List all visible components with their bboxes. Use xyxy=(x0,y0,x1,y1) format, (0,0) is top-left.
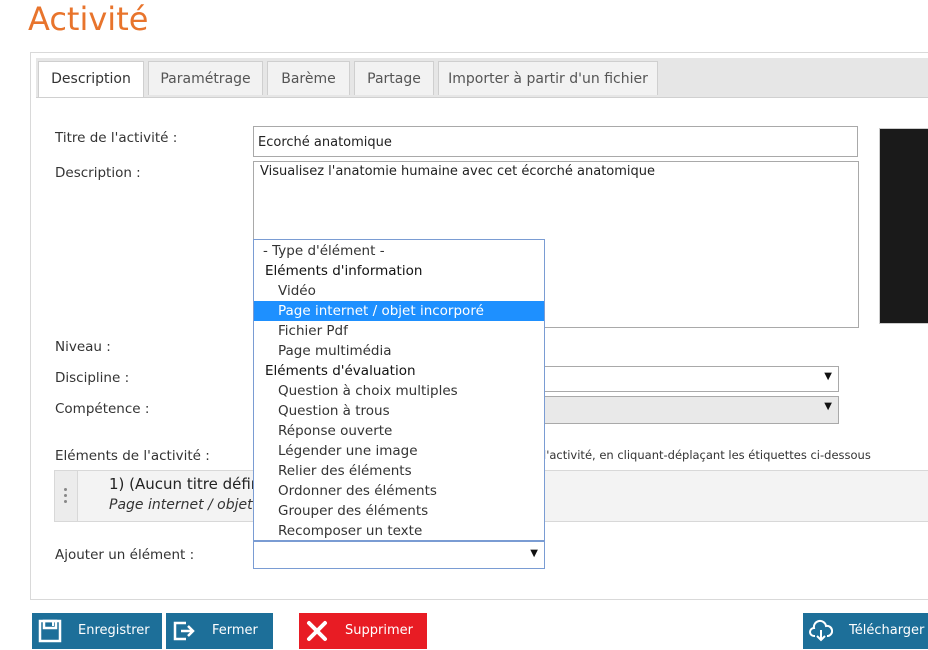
option-video[interactable]: Vidéo xyxy=(254,281,568,301)
description-value: Visualisez l'anatomie humaine avec cet é… xyxy=(260,164,656,179)
close-icon xyxy=(307,621,327,641)
competence-label: Compétence : xyxy=(55,401,150,417)
option-grouper-elements[interactable]: Grouper des éléments xyxy=(254,501,568,521)
tab-importer[interactable]: Importer à partir d'un fichier xyxy=(438,61,658,95)
download-button[interactable]: Télécharger l xyxy=(803,613,928,649)
close-button-label: Fermer xyxy=(212,623,258,638)
add-element-label: Ajouter un élément : xyxy=(55,547,195,563)
chevron-down-icon: ▼ xyxy=(530,548,538,559)
tab-partage[interactable]: Partage xyxy=(354,61,434,95)
title-input-value: Ecorché anatomique xyxy=(258,135,392,150)
option-ordonner-elements[interactable]: Ordonner des éléments xyxy=(254,481,568,501)
option-legender-image[interactable]: Légender une image xyxy=(254,441,568,461)
elements-label: Eléments de l'activité : xyxy=(55,448,210,464)
delete-button[interactable]: Supprimer xyxy=(299,613,427,649)
chevron-down-icon: ▼ xyxy=(824,371,832,382)
tab-description[interactable]: Description xyxy=(38,61,144,97)
delete-button-label: Supprimer xyxy=(345,623,413,638)
exit-icon xyxy=(173,621,195,641)
element-item-title: 1) (Aucun titre défin xyxy=(109,475,261,493)
option-recomposer-texte[interactable]: Recomposer un texte xyxy=(254,521,568,541)
dropdown-placeholder[interactable]: - Type d'élément - xyxy=(254,241,553,261)
option-page-internet[interactable]: Page internet / objet incorporé xyxy=(254,301,544,321)
option-reponse-ouverte[interactable]: Réponse ouverte xyxy=(254,421,568,441)
close-button[interactable]: Fermer xyxy=(166,613,273,649)
tab-bareme[interactable]: Barème xyxy=(267,61,350,95)
save-icon xyxy=(38,619,62,643)
title-input[interactable]: Ecorché anatomique xyxy=(253,126,858,157)
optgroup-information: Eléments d'information xyxy=(265,263,423,279)
save-button[interactable]: Enregistrer xyxy=(32,613,162,649)
option-qcm[interactable]: Question à choix multiples xyxy=(254,381,568,401)
element-type-dropdown[interactable]: - Type d'élément - Eléments d'informatio… xyxy=(253,239,545,541)
option-relier-elements[interactable]: Relier des éléments xyxy=(254,461,568,481)
download-button-label: Télécharger l xyxy=(849,623,928,638)
activity-thumbnail[interactable] xyxy=(879,128,928,324)
elements-hint: l'activité, en cliquant-déplaçant les ét… xyxy=(543,448,871,462)
title-label: Titre de l'activité : xyxy=(55,130,178,146)
drag-handle[interactable] xyxy=(55,471,78,521)
cloud-download-icon xyxy=(809,619,833,642)
description-label: Description : xyxy=(55,165,141,181)
save-button-label: Enregistrer xyxy=(78,623,150,638)
chevron-down-icon: ▼ xyxy=(824,401,832,412)
niveau-label: Niveau : xyxy=(55,339,111,355)
tab-bar: Description Paramétrage Barème Partage I… xyxy=(36,58,928,98)
tab-parametrage[interactable]: Paramétrage xyxy=(148,61,263,95)
element-item-type: Page internet / objet xyxy=(109,497,253,513)
option-question-trous[interactable]: Question à trous xyxy=(254,401,568,421)
optgroup-evaluation: Eléments d'évaluation xyxy=(265,363,416,379)
add-element-select[interactable]: ▼ xyxy=(253,541,545,569)
option-page-multimedia[interactable]: Page multimédia xyxy=(254,341,568,361)
discipline-label: Discipline : xyxy=(55,370,130,386)
page-title: Activité xyxy=(28,0,149,38)
option-fichier-pdf[interactable]: Fichier Pdf xyxy=(254,321,568,341)
